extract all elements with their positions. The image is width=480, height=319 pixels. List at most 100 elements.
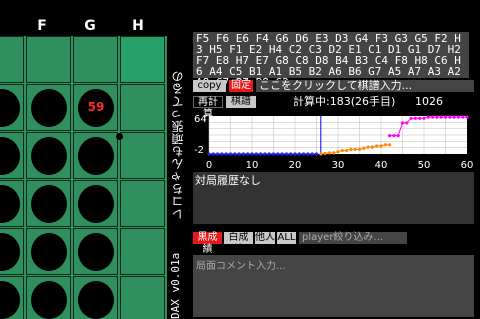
black-disc: [78, 281, 114, 319]
chart-data-point: [452, 115, 456, 119]
black-disc: [78, 137, 114, 175]
black-disc: [0, 89, 20, 127]
chart-data-point: [405, 121, 409, 125]
others-button[interactable]: 他人: [255, 232, 275, 244]
evaluation-chart[interactable]: 0 10 20 30 40 50 60 64 -2: [193, 110, 473, 172]
all-button[interactable]: ALL: [277, 232, 296, 244]
kifu-input-field[interactable]: ここをクリックして棋譜入力...: [256, 80, 474, 92]
chart-data-point: [409, 116, 413, 120]
filter-toolbar: 黒成績 白成績 他人 ALL player絞り込み...: [193, 232, 475, 255]
chart-data-point: [340, 148, 344, 153]
board-cell[interactable]: [26, 276, 71, 319]
y-tick-label: 64: [194, 114, 207, 125]
calc-count: 1026: [415, 95, 443, 108]
board-cell[interactable]: [120, 132, 165, 179]
black-disc: [0, 233, 20, 271]
chart-data-point: [289, 152, 293, 156]
chart-data-point: [323, 151, 327, 156]
black-disc: [0, 137, 20, 175]
kifu-button[interactable]: 棋譜: [226, 96, 256, 108]
player-filter-input[interactable]: player絞り込み...: [299, 232, 407, 244]
calc-status: 計算中:183(26手目): [293, 95, 396, 108]
black-disc: 59: [78, 89, 114, 127]
chart-data-point: [263, 152, 267, 156]
chart-data-point: [461, 115, 465, 119]
chart-data-point: [302, 152, 306, 156]
position-comment-box[interactable]: 局面コメント入力...: [193, 255, 474, 317]
black-disc: [31, 281, 67, 319]
chart-data-point: [297, 152, 301, 156]
chart-data-point: [345, 148, 349, 153]
board-cell[interactable]: [73, 132, 118, 179]
board-cell[interactable]: [120, 180, 165, 227]
board-cell[interactable]: [26, 132, 71, 179]
chart-data-point: [207, 152, 211, 156]
chart-data-point: [383, 143, 387, 147]
chart-data-point: [271, 152, 276, 156]
chart-data-point: [254, 152, 258, 156]
chart-data-point: [220, 152, 224, 156]
input-toolbar: copy 固定 ここをクリックして棋譜入力...: [193, 80, 475, 92]
move-list[interactable]: F5 F6 E6 F4 G6 D6 E3 D3 G4 F3 G3 G5 F2 H…: [193, 32, 469, 88]
chart-data-point: [293, 152, 297, 156]
chart-data-point: [280, 152, 284, 156]
white-record-button[interactable]: 白成績: [224, 232, 253, 255]
board-cell[interactable]: [0, 84, 24, 131]
chart-data-point: [413, 116, 417, 120]
board-cell[interactable]: [120, 228, 165, 275]
game-history-text: 対局履歴なし: [195, 174, 261, 187]
game-history-box: 対局履歴なし: [193, 172, 474, 224]
board-cell[interactable]: [0, 132, 24, 179]
chart-data-point: [241, 152, 245, 156]
chart-data-point: [435, 115, 439, 119]
black-disc: [31, 185, 67, 223]
black-disc: [0, 185, 20, 223]
vertical-side-bar: レコちゃんも頑張ってるのに DAX v0.01a: [168, 0, 202, 319]
x-tick-label: 60: [461, 160, 473, 171]
app-version: DAX v0.01a: [169, 252, 182, 319]
board-cell[interactable]: [26, 84, 71, 131]
chart-data-point: [310, 152, 314, 156]
black-disc: [78, 233, 114, 271]
chart-data-point: [392, 133, 396, 138]
board-cell[interactable]: [120, 276, 165, 319]
chart-data-point: [306, 152, 310, 156]
chart-data-point: [327, 151, 331, 155]
chart-data-point: [388, 133, 392, 138]
board-cell[interactable]: [0, 180, 24, 227]
chart-data-point: [233, 152, 237, 156]
chart-data-point: [216, 152, 220, 156]
kifu-panel: F5 F6 E6 F4 G6 D6 E3 D3 G4 F3 G3 G5 F2 H…: [190, 0, 480, 319]
board-cell[interactable]: [73, 180, 118, 227]
black-record-button[interactable]: 黒成績: [193, 232, 222, 255]
board-cell[interactable]: [73, 228, 118, 275]
black-disc: [31, 233, 67, 271]
x-tick-label: 20: [289, 160, 302, 171]
chart-data-point: [276, 152, 280, 156]
chart-data-point: [388, 143, 392, 147]
black-disc: [78, 185, 114, 223]
othello-board[interactable]: 59: [0, 36, 167, 319]
recalculate-button[interactable]: 再計算: [193, 96, 223, 120]
board-cell[interactable]: 59: [73, 84, 118, 131]
fixed-button[interactable]: 固定: [229, 80, 253, 92]
board-cell[interactable]: [0, 276, 24, 319]
x-tick-label: 40: [375, 160, 388, 171]
chart-data-point: [250, 152, 254, 156]
chart-data-point: [224, 152, 228, 156]
board-cell[interactable]: [0, 36, 24, 83]
board-cell[interactable]: [120, 36, 165, 83]
chart-data-point: [400, 121, 405, 125]
board-cell[interactable]: [26, 180, 71, 227]
copy-button[interactable]: copy: [193, 80, 226, 92]
board-cell[interactable]: [120, 84, 165, 131]
board-cell[interactable]: [73, 36, 118, 83]
board-cell[interactable]: [26, 228, 71, 275]
chart-data-point: [379, 144, 383, 148]
chart-data-point: [375, 144, 379, 148]
board-cell[interactable]: [0, 228, 24, 275]
chart-data-point: [211, 152, 215, 156]
board-cell[interactable]: [73, 276, 118, 319]
chart-data-point: [246, 152, 250, 156]
board-cell[interactable]: [26, 36, 71, 83]
